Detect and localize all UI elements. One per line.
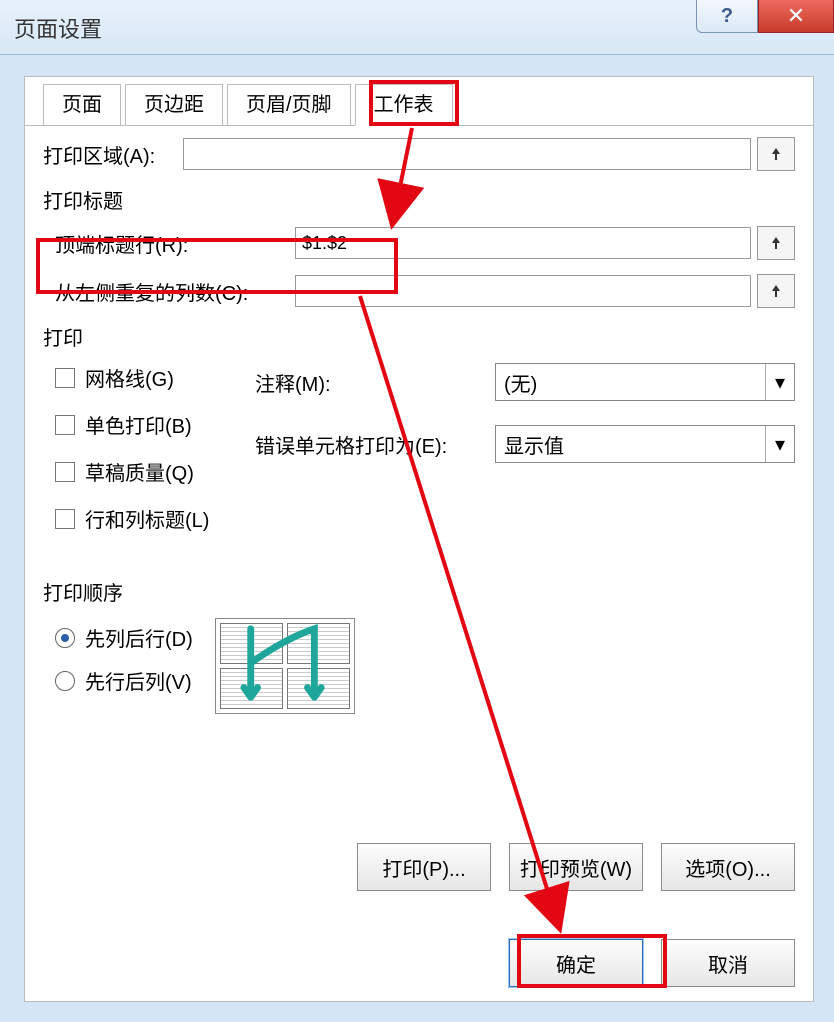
print-button[interactable]: 打印(P)... <box>357 843 491 891</box>
comments-row: 注释(M): (无) ▾ <box>255 363 795 401</box>
help-button[interactable]: ? <box>696 0 758 33</box>
draft-checkbox[interactable]: 草稿质量(Q) <box>55 457 255 486</box>
left-repeat-ref-button[interactable] <box>757 274 795 308</box>
errors-row: 错误单元格打印为(E): 显示值 ▾ <box>255 425 795 463</box>
action-buttons-lower: 确定 取消 <box>509 939 795 987</box>
dialog-title: 页面设置 <box>14 12 102 44</box>
question-icon: ? <box>721 5 733 28</box>
print-options: 网格线(G) 单色打印(B) 草稿质量(Q) 行和列标题(L) 注释(M): (… <box>43 363 795 551</box>
collapse-icon <box>768 235 784 251</box>
radio-icon <box>55 671 75 691</box>
print-dropdowns: 注释(M): (无) ▾ 错误单元格打印为(E): 显示值 ▾ <box>255 363 795 551</box>
close-button[interactable]: ✕ <box>758 0 834 33</box>
order-radios: 先列后行(D) 先行后列(V) <box>55 623 193 709</box>
errors-label: 错误单元格打印为(E): <box>255 430 495 459</box>
sheet-tab-content: 打印区域(A): 打印标题 顶端标题行(R): 从左侧重复的列数(C): <box>43 137 795 987</box>
over-then-down-radio[interactable]: 先行后列(V) <box>55 666 193 695</box>
checkbox-icon <box>55 462 75 482</box>
gridlines-checkbox[interactable]: 网格线(G) <box>55 363 255 392</box>
page-setup-dialog: 页面设置 ? ✕ 页面 页边距 页眉/页脚 工作表 打印区域(A): 打印标题 <box>0 0 834 1022</box>
dialog-body: 页面 页边距 页眉/页脚 工作表 打印区域(A): 打印标题 顶端标题行(R): <box>24 76 814 1002</box>
titlebar: 页面设置 ? ✕ <box>0 0 834 55</box>
print-area-input[interactable] <box>183 138 751 170</box>
cancel-button[interactable]: 取消 <box>661 939 795 987</box>
radio-icon <box>55 628 75 648</box>
down-then-over-radio[interactable]: 先列后行(D) <box>55 623 193 652</box>
order-section: 先列后行(D) 先行后列(V) <box>43 618 795 714</box>
left-repeat-input[interactable] <box>295 275 751 307</box>
top-title-ref-button[interactable] <box>757 226 795 260</box>
top-title-label: 顶端标题行(R): <box>55 229 295 258</box>
tab-strip: 页面 页边距 页眉/页脚 工作表 <box>25 77 813 126</box>
comments-combo[interactable]: (无) ▾ <box>495 363 795 401</box>
order-header: 打印顺序 <box>43 577 795 606</box>
print-titles-header: 打印标题 <box>43 185 795 214</box>
print-area-label: 打印区域(A): <box>43 140 183 169</box>
order-preview-icon <box>215 618 355 714</box>
ok-button[interactable]: 确定 <box>509 939 643 987</box>
print-header: 打印 <box>43 322 795 351</box>
errors-combo[interactable]: 显示值 ▾ <box>495 425 795 463</box>
tab-headerfooter[interactable]: 页眉/页脚 <box>227 84 351 125</box>
print-area-row: 打印区域(A): <box>43 137 795 171</box>
left-repeat-row: 从左侧重复的列数(C): <box>43 274 795 308</box>
chevron-down-icon: ▾ <box>765 426 794 462</box>
chevron-down-icon: ▾ <box>765 364 794 400</box>
tab-sheet[interactable]: 工作表 <box>355 84 453 126</box>
options-button[interactable]: 选项(O)... <box>661 843 795 891</box>
checkbox-icon <box>55 509 75 529</box>
top-title-row: 顶端标题行(R): <box>43 226 795 260</box>
checkbox-icon <box>55 415 75 435</box>
preview-button[interactable]: 打印预览(W) <box>509 843 643 891</box>
close-icon: ✕ <box>787 3 805 29</box>
top-title-input[interactable] <box>295 227 751 259</box>
order-arrow-icon <box>216 619 354 713</box>
checkbox-icon <box>55 368 75 388</box>
collapse-icon <box>768 146 784 162</box>
action-buttons-upper: 打印(P)... 打印预览(W) 选项(O)... <box>357 843 795 891</box>
print-area-ref-button[interactable] <box>757 137 795 171</box>
bw-checkbox[interactable]: 单色打印(B) <box>55 410 255 439</box>
collapse-icon <box>768 283 784 299</box>
comments-label: 注释(M): <box>255 368 495 397</box>
tab-page[interactable]: 页面 <box>43 84 121 125</box>
print-checkboxes: 网格线(G) 单色打印(B) 草稿质量(Q) 行和列标题(L) <box>55 363 255 551</box>
tab-margins[interactable]: 页边距 <box>125 84 223 125</box>
left-repeat-label: 从左侧重复的列数(C): <box>55 277 295 306</box>
window-controls: ? ✕ <box>696 0 834 33</box>
rowcol-checkbox[interactable]: 行和列标题(L) <box>55 504 255 533</box>
